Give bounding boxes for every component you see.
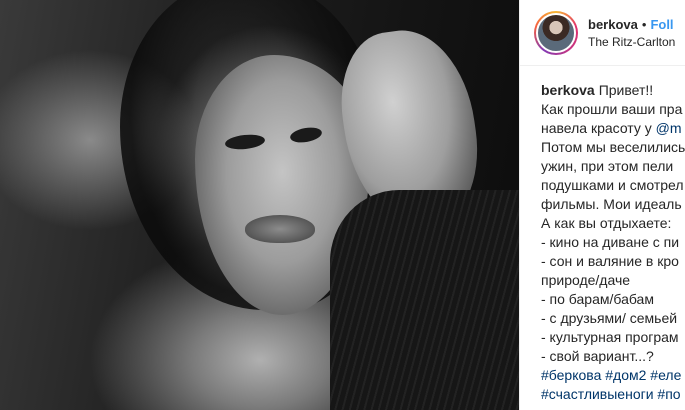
post-sidebar: berkova • Foll The Ritz-Carlton berkova П… bbox=[519, 0, 685, 410]
caption-first-line: berkova Привет!! bbox=[541, 81, 685, 100]
hashtag-line[interactable]: #беркова #дом2 #еле bbox=[541, 366, 685, 385]
hashtag-line[interactable]: #счастливыеноги #по bbox=[541, 385, 685, 404]
caption-line: Как прошли ваши пра bbox=[541, 101, 683, 117]
caption-line: подушками и смотрел bbox=[541, 177, 684, 193]
caption-line: - сон и валяние в кро bbox=[541, 253, 679, 269]
caption-line: Потом мы веселились bbox=[541, 139, 685, 155]
location-link[interactable]: The Ritz-Carlton bbox=[588, 35, 675, 49]
caption-line: - с друзьями/ семьей bbox=[541, 310, 678, 326]
caption-line: фильмы. Мои идеаль bbox=[541, 196, 682, 212]
username-row: berkova • Foll bbox=[588, 17, 675, 32]
username-link[interactable]: berkova bbox=[588, 17, 638, 32]
caption-line: А как вы отдыхаете: bbox=[541, 215, 672, 231]
caption: berkova Привет!! Как прошли ваши пра наве… bbox=[520, 66, 685, 404]
photo-lips bbox=[245, 215, 315, 243]
caption-line: - свой вариант...? bbox=[541, 348, 654, 364]
post-header: berkova • Foll The Ritz-Carlton bbox=[520, 0, 685, 66]
photo-jacket bbox=[330, 190, 519, 410]
caption-line: - по барам/бабам bbox=[541, 291, 654, 307]
caption-line: природе/даче bbox=[541, 272, 631, 288]
follow-button[interactable]: Foll bbox=[650, 17, 673, 32]
caption-line: - кино на диване с пи bbox=[541, 234, 680, 250]
mention-link[interactable]: @m bbox=[656, 120, 682, 136]
caption-first-text: Привет!! bbox=[598, 82, 654, 98]
avatar-image bbox=[536, 12, 576, 53]
caption-line: - культурная програм bbox=[541, 329, 679, 345]
caption-username[interactable]: berkova bbox=[541, 82, 595, 98]
post-photo[interactable] bbox=[0, 0, 519, 410]
caption-mention-prefix: навела красоту у bbox=[541, 120, 656, 136]
caption-line-mention: навела красоту у @m bbox=[541, 119, 685, 138]
separator-dot: • bbox=[641, 16, 647, 32]
post-meta: berkova • Foll The Ritz-Carlton bbox=[588, 17, 675, 49]
avatar[interactable] bbox=[534, 10, 578, 55]
caption-line: ужин, при этом пели bbox=[541, 158, 674, 174]
